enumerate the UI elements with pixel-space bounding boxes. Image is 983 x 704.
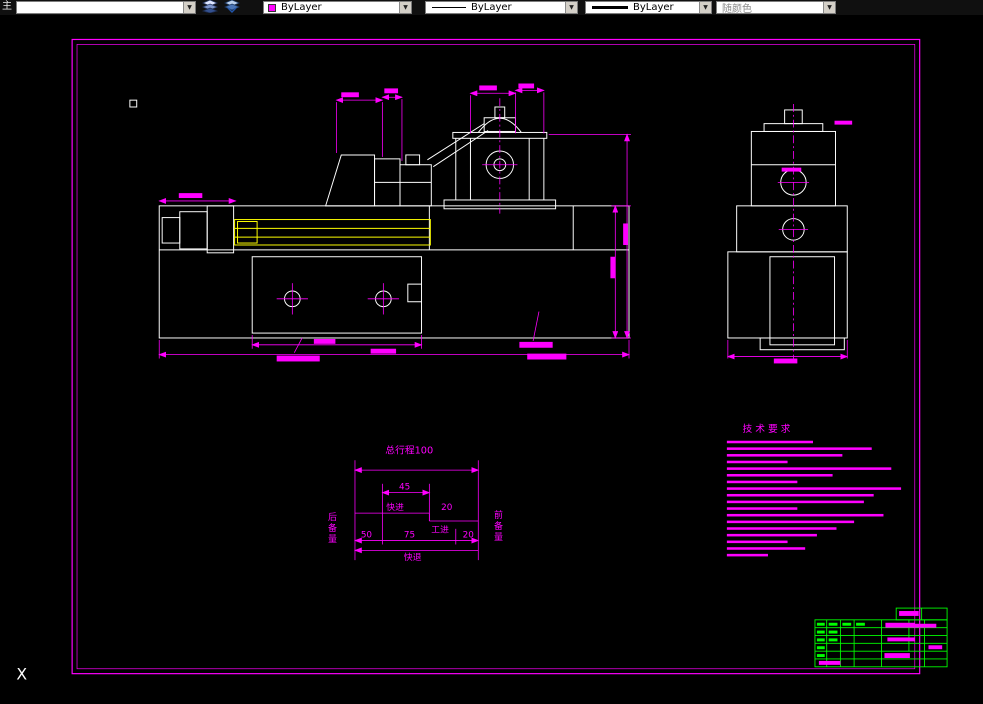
drawing: 总行程100 45 快进 20 工进 50 75 20 快退 技术要求 X [16, 38, 948, 684]
front-view-dimensions [158, 83, 631, 362]
layer-properties-button[interactable] [199, 0, 220, 15]
linetype-sample [432, 7, 466, 8]
plot-style-dropdown-value: 随颜色 [722, 4, 752, 14]
cycle-diagram [353, 460, 480, 561]
layer-dropdown[interactable]: ▼ [16, 1, 196, 14]
side-view [727, 109, 848, 351]
cad-application: 主 ▼ ByLayer ▼ ByLayer ▼ ByLayer ▼ 随颜色 ▼ … [0, 0, 983, 704]
layers-icon [201, 0, 218, 16]
layer-stack-icon [223, 0, 240, 16]
cycle-dim-20-bottom: 20 [463, 531, 475, 541]
clipped-window-label: 主 [2, 1, 12, 12]
title-block [814, 607, 948, 668]
chevron-down-icon[interactable]: ▼ [183, 2, 195, 13]
pickbox-cursor [129, 99, 138, 108]
color-dropdown-value: ByLayer [281, 2, 322, 13]
cycle-front-reserve-label: 前备量 [492, 510, 502, 543]
layer-states-button[interactable] [221, 0, 242, 15]
front-view-slide [234, 219, 431, 246]
lineweight-sample [592, 6, 628, 9]
ucs-icon: X [16, 665, 27, 684]
lineweight-dropdown-value: ByLayer [633, 2, 674, 13]
lineweight-dropdown[interactable]: ByLayer ▼ [585, 1, 712, 14]
drawing-canvas[interactable]: 总行程100 45 快进 20 工进 50 75 20 快退 技术要求 X 后备… [0, 15, 983, 704]
chevron-down-icon[interactable]: ▼ [823, 2, 835, 13]
tech-requirements: 技术要求 [726, 422, 902, 557]
tech-requirements-title: 技术要求 [743, 422, 794, 435]
cycle-dim-75: 75 [404, 531, 415, 541]
cycle-fast-advance-label: 快进 [386, 501, 404, 513]
cycle-title: 总行程100 [385, 443, 433, 456]
chevron-down-icon[interactable]: ▼ [399, 2, 411, 13]
color-swatch [268, 3, 276, 12]
cycle-rear-reserve-label: 后备量 [326, 512, 336, 545]
front-view [158, 106, 630, 339]
linetype-dropdown[interactable]: ByLayer ▼ [425, 1, 578, 14]
side-view-dimensions [726, 104, 853, 364]
cycle-diagram-labels: 总行程100 45 快进 20 工进 50 75 20 快退 [361, 443, 474, 563]
color-dropdown[interactable]: ByLayer ▼ [263, 1, 412, 14]
chevron-down-icon[interactable]: ▼ [565, 2, 577, 13]
cycle-dim-45: 45 [399, 483, 410, 493]
tech-requirements-lines [726, 440, 902, 557]
object-properties-toolbar: 主 ▼ ByLayer ▼ ByLayer ▼ ByLayer ▼ 随颜色 ▼ [0, 0, 983, 15]
cycle-dim-50: 50 [361, 531, 373, 541]
cycle-dim-20-top: 20 [441, 503, 453, 513]
linetype-dropdown-value: ByLayer [471, 2, 512, 13]
cycle-fast-return-label: 快退 [404, 551, 422, 563]
plot-style-dropdown[interactable]: 随颜色 ▼ [716, 1, 836, 14]
cycle-work-feed-label: 工进 [431, 525, 449, 536]
chevron-down-icon[interactable]: ▼ [699, 2, 711, 13]
